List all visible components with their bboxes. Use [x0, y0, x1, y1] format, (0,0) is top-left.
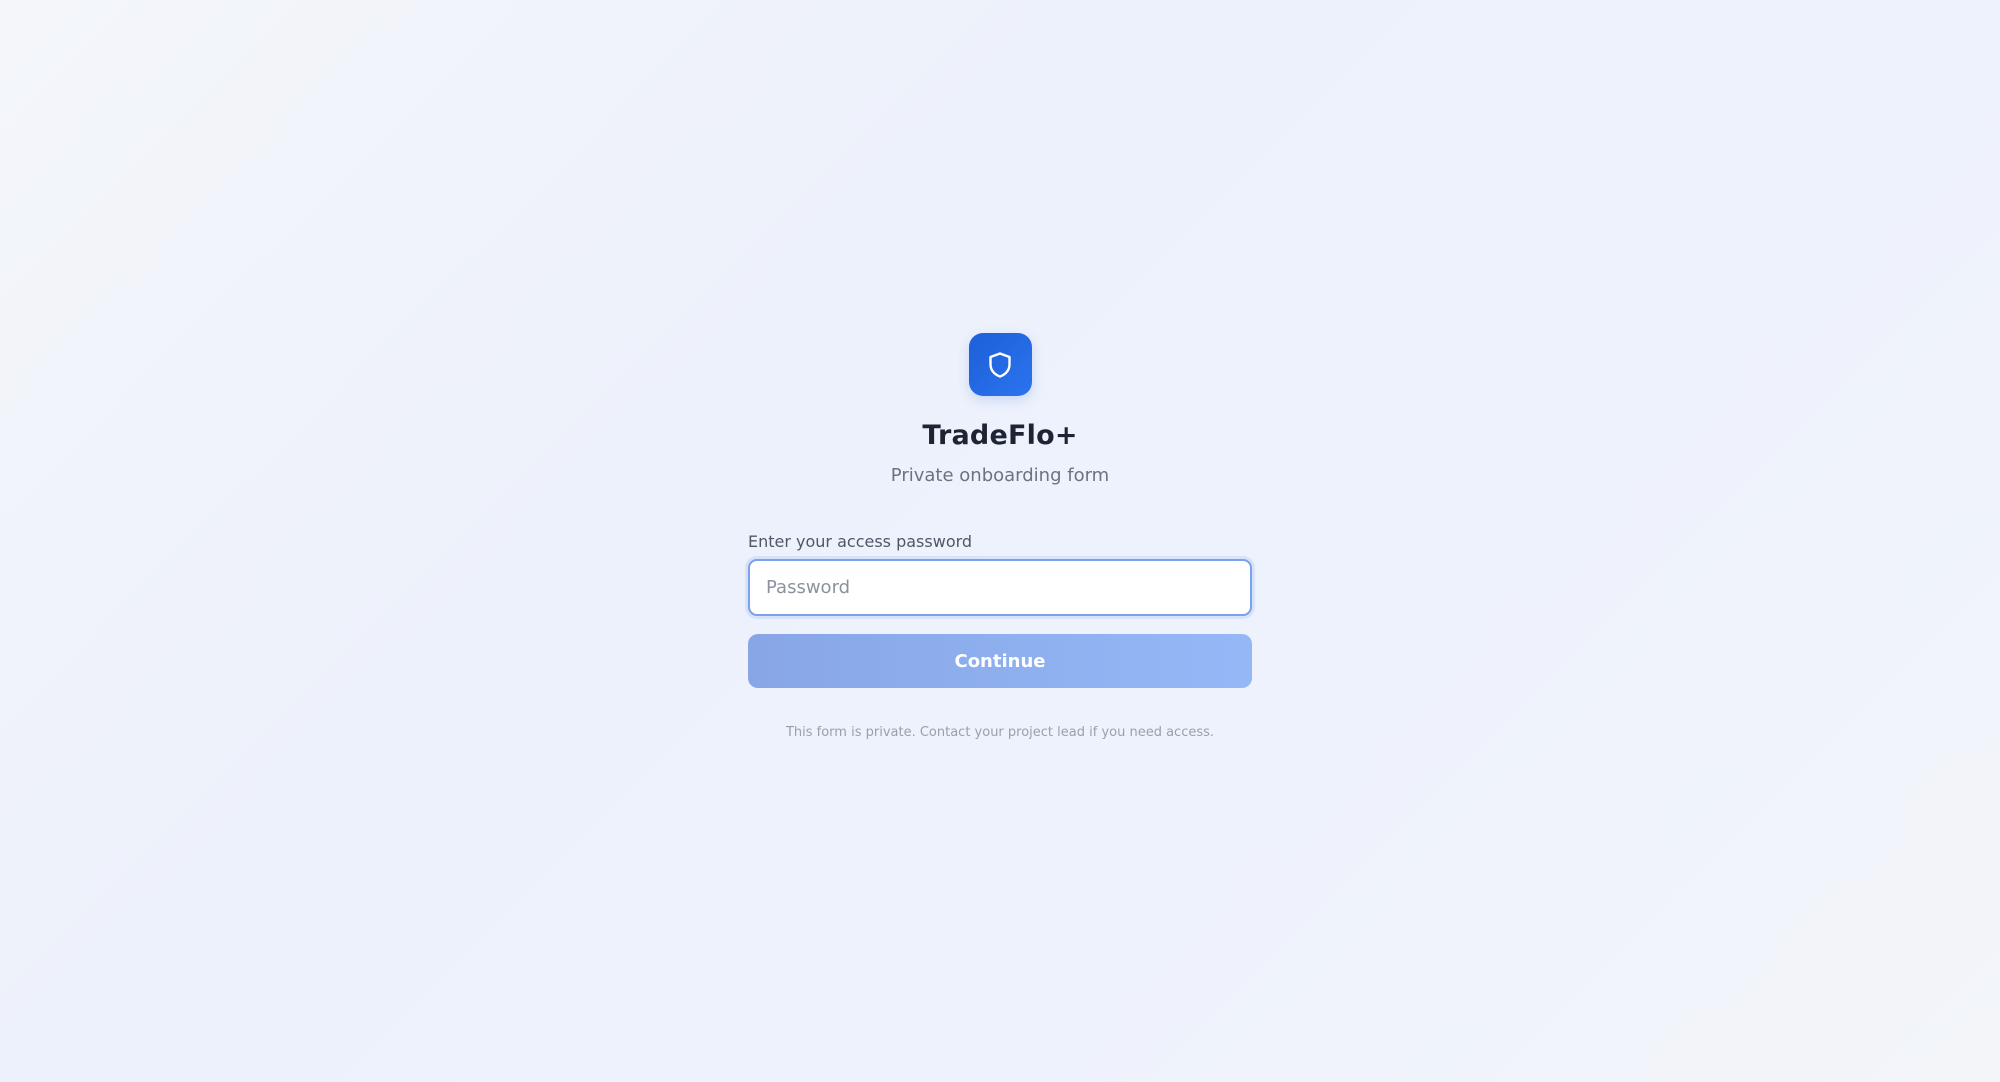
page-subtitle: Private onboarding form	[890, 465, 1110, 486]
password-label: Enter your access password	[748, 532, 973, 551]
continue-button[interactable]: Continue	[748, 634, 1252, 688]
privacy-note: This form is private. Contact your proje…	[785, 725, 1215, 740]
password-input[interactable]	[748, 559, 1252, 616]
app-logo	[968, 333, 1032, 396]
login-panel: TradeFlo+ Private onboarding form Enter …	[748, 333, 1252, 741]
password-form: Enter your access password Continue This…	[748, 532, 1252, 741]
app-title: TradeFlo+	[922, 420, 1078, 451]
shield-icon	[987, 351, 1013, 379]
